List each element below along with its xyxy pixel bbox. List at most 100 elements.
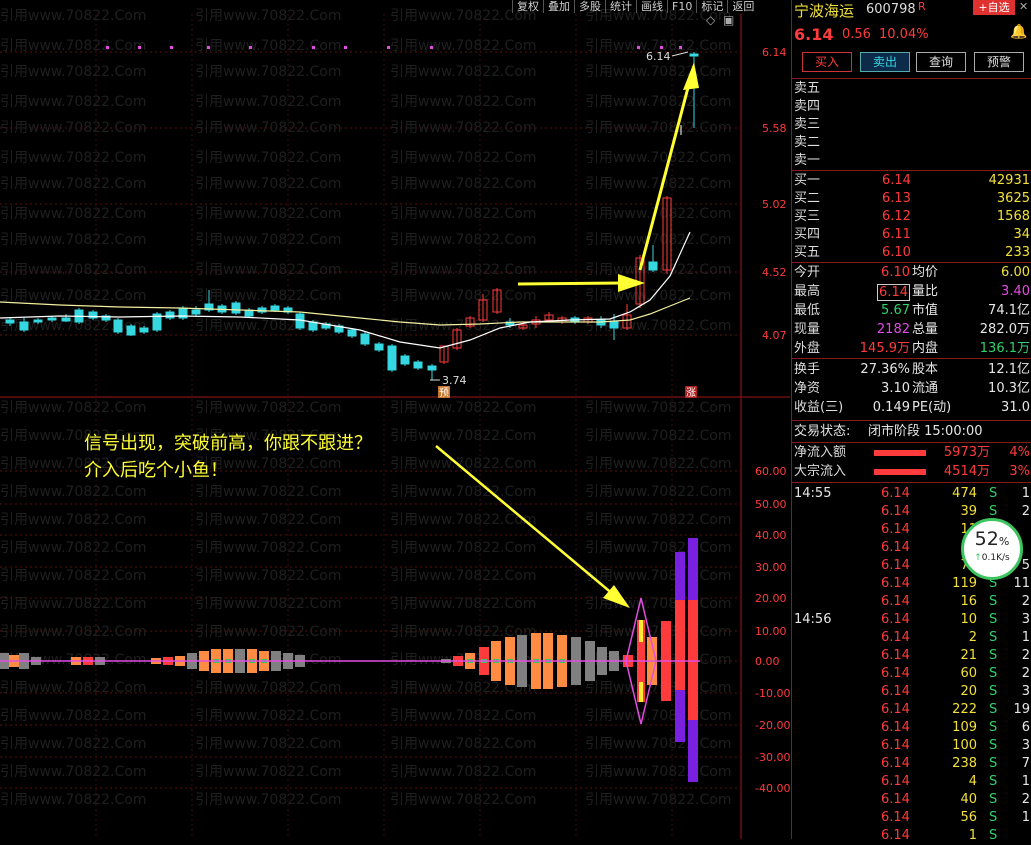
- candle-body: [270, 305, 280, 311]
- kline-chart[interactable]: 引用www.70822.Com 引用www.70822.Com 引用www.7082…: [0, 0, 790, 839]
- toolbar-button-3[interactable]: 统计: [605, 0, 636, 13]
- chart-area[interactable]: 引用www.70822.Com 引用www.70822.Com 引用www.7082…: [0, 0, 790, 839]
- sell-button[interactable]: 卖出: [860, 52, 910, 72]
- candle-body: [413, 361, 423, 369]
- bid-row: 买二 6.13 3625: [794, 191, 1030, 206]
- candle-body: [360, 333, 370, 345]
- watermark-text: 引用www.70822.Com: [0, 150, 146, 166]
- tick-row: 6.14 1 S: [881, 828, 998, 843]
- toolbar-button-0[interactable]: 复权: [512, 0, 543, 13]
- bid-row: 买四 6.11 34: [794, 227, 1030, 242]
- watermark-text: 引用www.70822.Com: [390, 288, 536, 304]
- osc-tick-label: 50.00: [755, 498, 787, 511]
- watermark-text: 引用www.70822.Com: [390, 38, 536, 54]
- stat-row: 外盘 145.9万 内盘 136.1万: [794, 341, 1030, 356]
- toolbar-button-5[interactable]: F10: [667, 0, 696, 13]
- watermark-text: 引用www.70822.Com: [585, 568, 731, 584]
- tick-row: 6.14 238 S 7: [881, 756, 1030, 771]
- candle-body: [689, 53, 699, 57]
- r-badge: R: [918, 0, 926, 13]
- candle-body: [347, 329, 357, 337]
- watermark-text: 引用www.70822.Com: [390, 64, 536, 80]
- buy-button[interactable]: 买入: [802, 52, 852, 72]
- watermark-text: 引用www.70822.Com: [0, 624, 146, 640]
- watermark-text: 引用www.70822.Com: [585, 512, 731, 528]
- toolbar-button-1[interactable]: 叠加: [543, 0, 574, 13]
- watermark-text: 引用www.70822.Com: [0, 792, 146, 808]
- high-label: 6.14: [646, 50, 671, 63]
- watermark-text: 引用www.70822.Com: [0, 232, 146, 248]
- fundamental-row: 换手 27.36% 股本 12.1亿: [794, 362, 1030, 377]
- watermark-text: 引用www.70822.Com: [195, 596, 341, 612]
- toolbar-button-6[interactable]: 标记: [696, 0, 727, 13]
- watermark-text: 引用www.70822.Com: [585, 120, 731, 136]
- watermark-text: 引用www.70822.Com: [195, 792, 341, 808]
- watermark-text: 引用www.70822.Com: [585, 792, 731, 808]
- toolbar-button-2[interactable]: 多股: [574, 0, 605, 13]
- candle-body: [648, 261, 658, 271]
- tick-row: 6.14 109 S 6: [881, 720, 1030, 735]
- watermark-text: 引用www.70822.Com: [390, 512, 536, 528]
- watermark-text: 引用www.70822.Com: [195, 318, 341, 334]
- bid-row: 买五 6.10 233: [794, 245, 1030, 260]
- watermark-text: 引用www.70822.Com: [195, 94, 341, 110]
- watermark-text: 引用www.70822.Com: [0, 708, 146, 724]
- watermark-text: 引用www.70822.Com: [195, 568, 341, 584]
- osc-tick-label: 60.00: [755, 465, 787, 478]
- watermark-text: 引用www.70822.Com: [0, 120, 146, 136]
- watermark-text: 引用www.70822.Com: [195, 540, 341, 556]
- speed-pct: 52: [974, 528, 999, 550]
- speed-gauge: 52% ↑0.1K/s: [961, 518, 1023, 580]
- close-icon[interactable]: ✕: [1019, 0, 1028, 13]
- candle-body: [609, 321, 619, 329]
- watermark-text: 引用www.70822.Com: [585, 206, 731, 222]
- watermark-text: 引用www.70822.Com: [585, 764, 731, 780]
- toolbar-button-4[interactable]: 画线: [636, 0, 667, 13]
- signal-dot: [637, 46, 640, 49]
- candle-body: [400, 355, 410, 365]
- watermark-text: 引用www.70822.Com: [0, 206, 146, 222]
- osc-tick-label: 10.00: [755, 625, 787, 638]
- signal-dot: [430, 46, 433, 49]
- watermark-text: 引用www.70822.Com: [195, 206, 341, 222]
- quote-panel: 宁波海运 600798 R +自选 ✕ 6.14 0.56 10.04% 🔔 买…: [791, 0, 1031, 843]
- bell-icon[interactable]: 🔔: [1010, 24, 1027, 40]
- bid-row: 买三 6.12 1568: [794, 209, 1030, 224]
- candle-body: [5, 319, 15, 324]
- trade-status: 交易状态: 闭市阶段 15:00:00: [794, 424, 983, 439]
- candle-body: [33, 319, 43, 323]
- watermark-text: 引用www.70822.Com: [195, 8, 341, 24]
- candle-body: [165, 311, 175, 319]
- toolbar-button-7[interactable]: 返回: [727, 0, 758, 13]
- alert-button[interactable]: 预警: [974, 52, 1024, 72]
- watermark-text: 引用www.70822.Com: [195, 680, 341, 696]
- add-watchlist-button[interactable]: +自选: [973, 0, 1015, 15]
- candle-body: [427, 365, 437, 371]
- ask-row: 卖四: [794, 99, 821, 114]
- signal-dot: [207, 46, 210, 49]
- watermark-text: 引用www.70822.Com: [585, 708, 731, 724]
- watermark-text: 引用www.70822.Com: [585, 64, 731, 80]
- ask-row: 卖一: [794, 153, 821, 168]
- watermark-text: 引用www.70822.Com: [585, 150, 731, 166]
- tick-row: 6.14 21 S 2: [881, 648, 1030, 663]
- watermark-text: 引用www.70822.Com: [390, 596, 536, 612]
- watermark-text: 引用www.70822.Com: [390, 792, 536, 808]
- diamond-icon: ◇: [706, 13, 716, 27]
- ask-row: 卖五: [794, 81, 821, 96]
- signal-dot: [138, 46, 141, 49]
- watermark-text: 引用www.70822.Com: [585, 262, 731, 278]
- watermark-text: 引用www.70822.Com: [585, 736, 731, 752]
- watermark-text: 引用www.70822.Com: [0, 262, 146, 278]
- watermark-text: 引用www.70822.Com: [585, 318, 731, 334]
- tick-row: 6.14 474 S 1: [881, 486, 1030, 501]
- speed-rate: 0.1K/s: [981, 553, 1010, 563]
- watermark-text: 引用www.70822.Com: [195, 64, 341, 80]
- watermark-text: 引用www.70822.Com: [0, 736, 146, 752]
- candle-body: [47, 317, 57, 321]
- watermark-text: 引用www.70822.Com: [390, 318, 536, 334]
- candle-body: [387, 345, 397, 371]
- query-button[interactable]: 查询: [916, 52, 966, 72]
- watermark-text: 引用www.70822.Com: [585, 176, 731, 192]
- watermark-text: 引用www.70822.Com: [195, 38, 341, 54]
